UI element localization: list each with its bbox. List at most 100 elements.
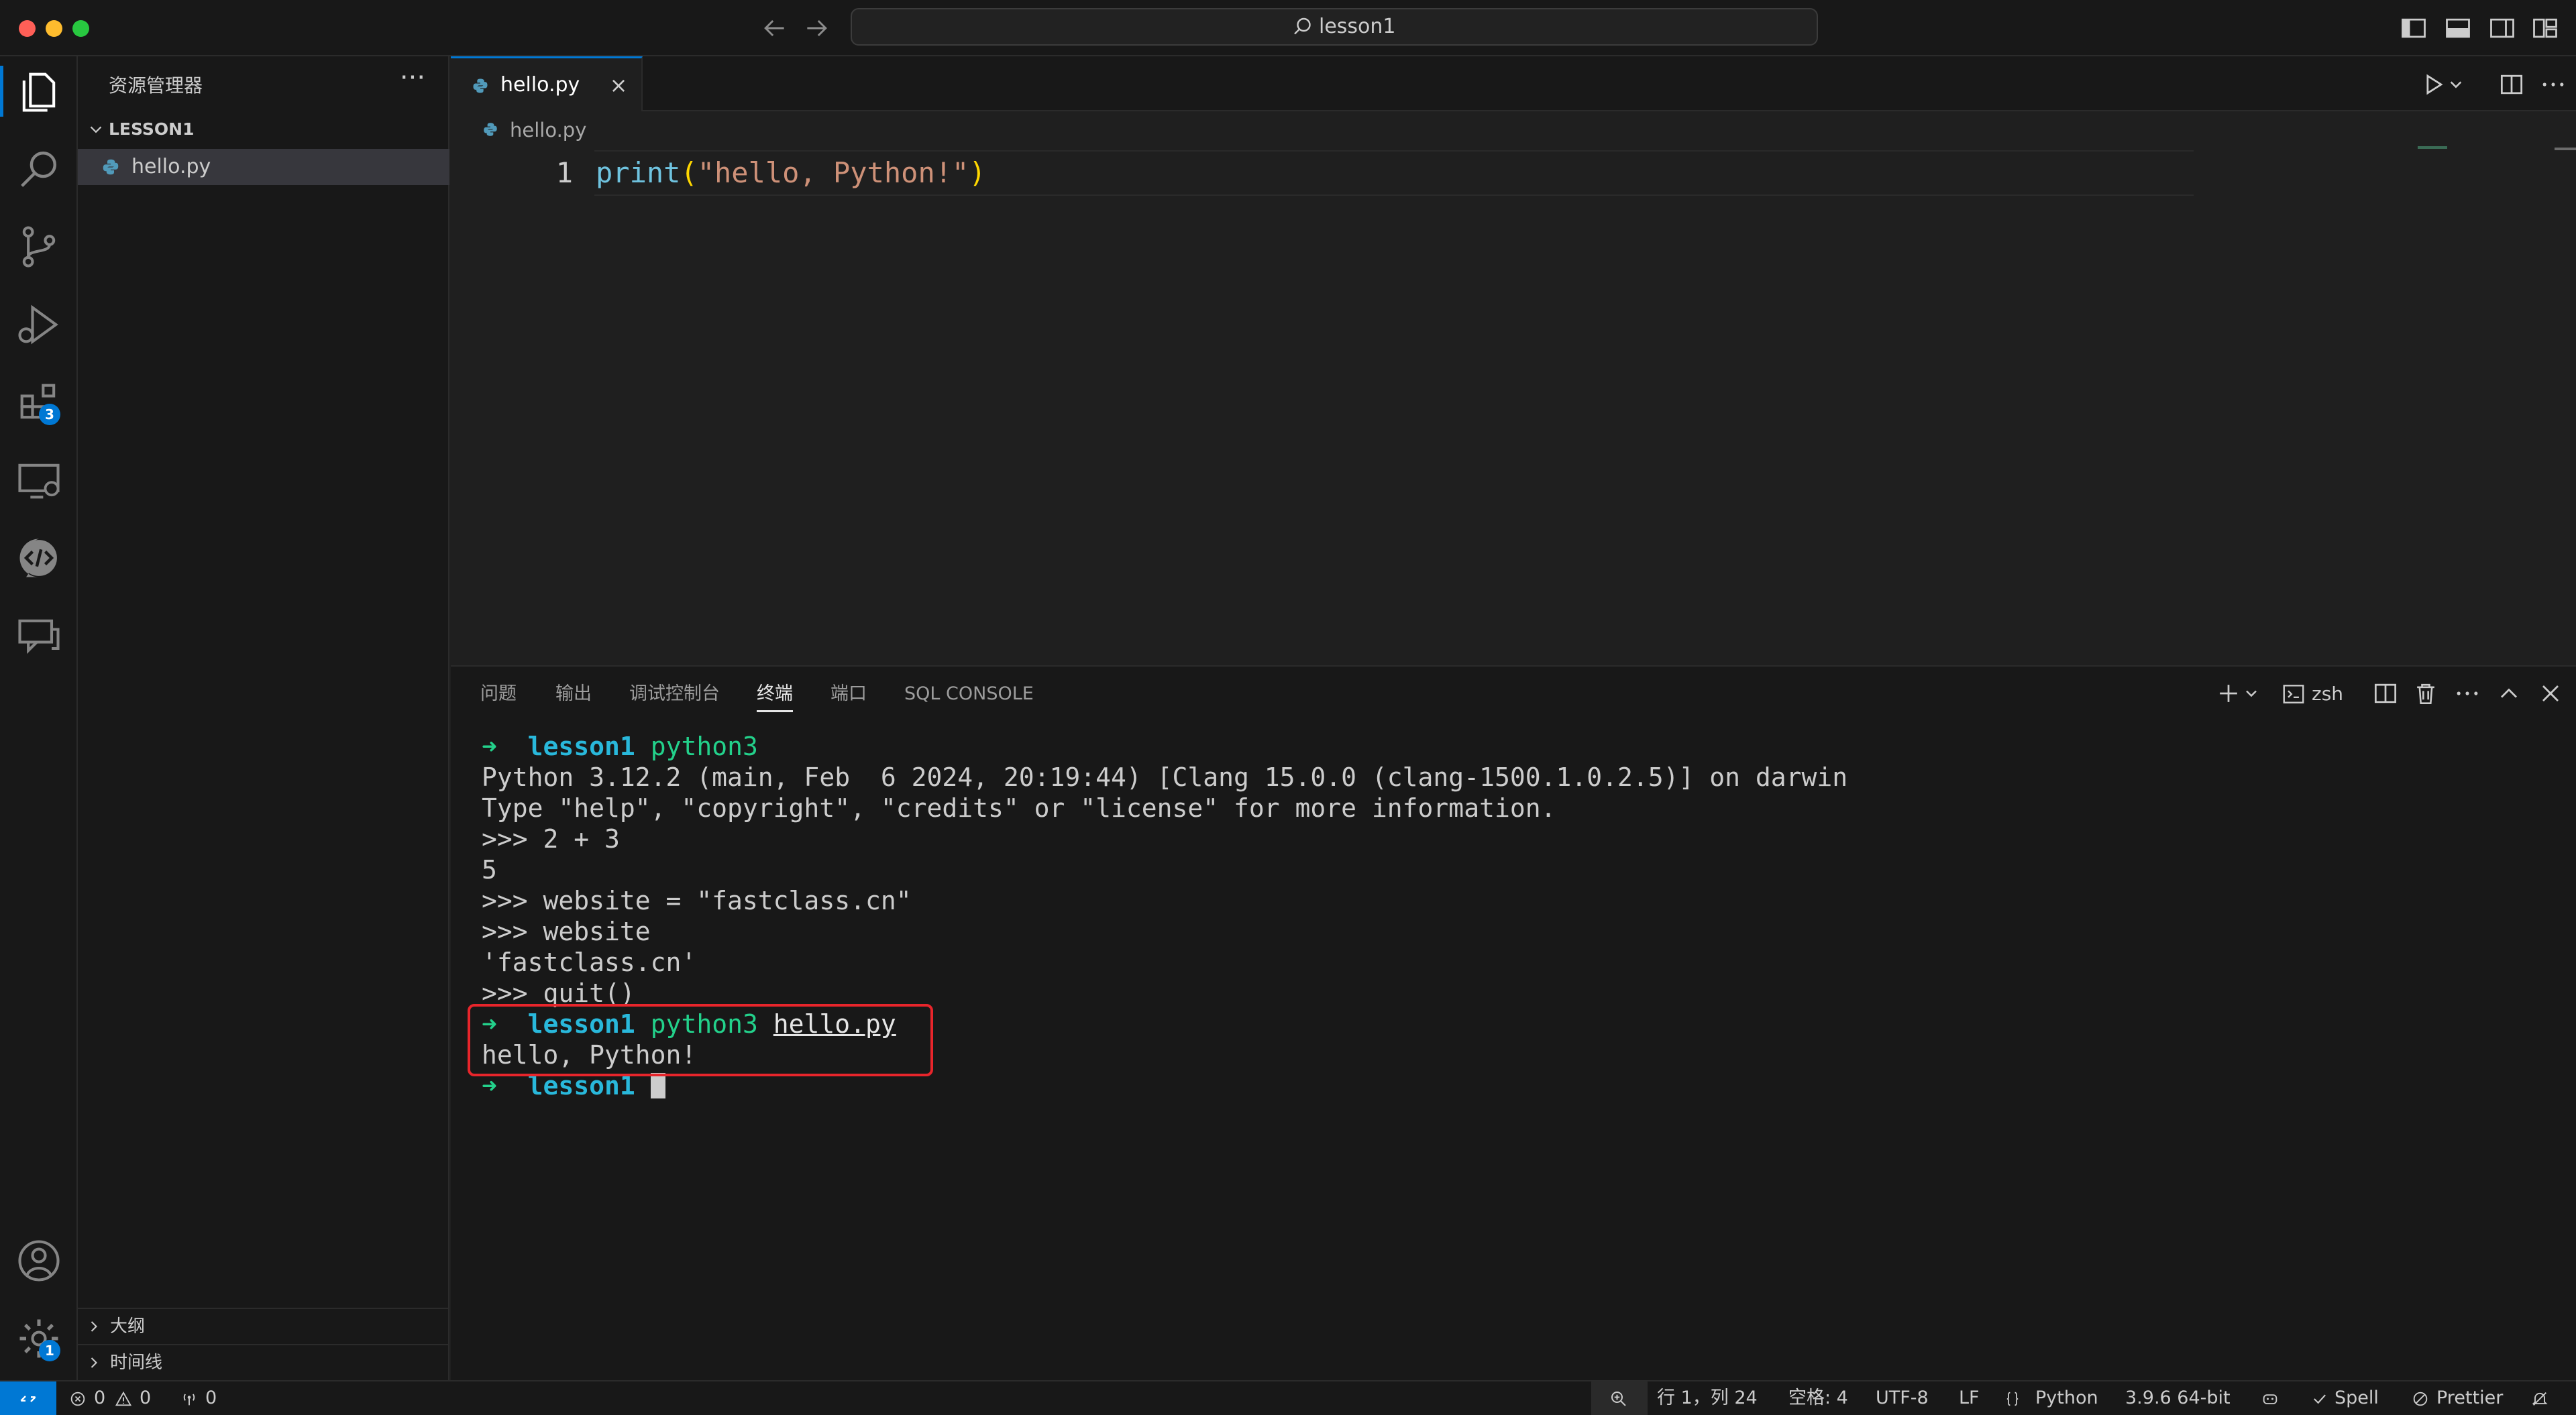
folder-label: LESSON1 (109, 119, 195, 139)
ellipsis-icon (2542, 82, 2564, 87)
folder-lesson1[interactable]: LESSON1 (78, 113, 449, 146)
toggle-secondary-sidebar-button[interactable] (2487, 13, 2517, 43)
breadcrumb[interactable]: hello.py (451, 111, 2576, 149)
outline-section[interactable]: 大纲 (78, 1308, 449, 1343)
remote-indicator-button[interactable] (0, 1381, 56, 1415)
terminal-line: 'fastclass.cn' (482, 948, 697, 977)
remote-icon (20, 1396, 36, 1402)
explorer-activity-button[interactable] (0, 66, 64, 117)
minimap[interactable] (2418, 146, 2447, 149)
python-interpreter[interactable]: 3.9.6 64-bit (2125, 1381, 2231, 1415)
chevron-down-icon (2246, 690, 2257, 697)
split-editor-button[interactable] (2497, 70, 2526, 99)
tab-label: hello.py (500, 73, 580, 97)
prompt-command: python3 (650, 732, 758, 761)
new-terminal-button[interactable] (2214, 679, 2243, 708)
warning-count[interactable]: 0 (140, 1381, 151, 1415)
terminal-icon (2283, 685, 2304, 703)
end-of-line[interactable]: LF (1959, 1381, 1980, 1415)
remote-explorer-icon (18, 463, 60, 499)
play-icon (2426, 74, 2443, 95)
language-mode[interactable]: Python (2035, 1381, 2098, 1415)
window-minimize-button[interactable] (46, 20, 62, 37)
maximize-panel-button[interactable] (2494, 679, 2524, 708)
python-file-icon (473, 78, 488, 93)
manage-activity-button[interactable]: 1 (13, 1313, 64, 1364)
spell-check-status[interactable]: Spell (2334, 1381, 2379, 1415)
explorer-more-actions-button[interactable]: ··· (396, 64, 429, 98)
timeline-section[interactable]: 时间线 (78, 1344, 449, 1379)
terminal-line: ➜ lesson1 python3 (482, 731, 758, 762)
cursor-position[interactable]: 行 1，列 24 (1657, 1381, 1758, 1415)
run-debug-activity-button[interactable] (13, 299, 64, 350)
notifications-icon[interactable] (2530, 1390, 2549, 1408)
warning-icon (115, 1391, 132, 1406)
window-maximize-button[interactable] (72, 20, 89, 37)
split-terminal-button[interactable] (2371, 679, 2400, 708)
source-control-activity-button[interactable] (13, 221, 64, 272)
customize-layout-button[interactable] (2530, 13, 2560, 43)
indentation[interactable]: 空格: 4 (1788, 1381, 1848, 1415)
tab-problems[interactable]: 问题 (480, 667, 517, 722)
prettier-status[interactable]: Prettier (2436, 1381, 2503, 1415)
editor-tabs: hello.py × (451, 56, 2576, 111)
chevron-down-icon (2450, 81, 2462, 89)
tab-sql-console[interactable]: SQL CONSOLE (904, 667, 1034, 722)
tab-terminal[interactable]: 终端 (757, 667, 793, 722)
arrow-right-icon (807, 19, 827, 37)
run-options-dropdown[interactable] (2446, 70, 2466, 99)
line-number: 1 (555, 156, 573, 189)
tab-hello-py[interactable]: hello.py × (451, 56, 643, 111)
layout-customize-icon (2533, 18, 2557, 38)
command-center-search[interactable]: lesson1 (851, 8, 1818, 46)
tab-debug-console[interactable]: 调试控制台 (629, 667, 720, 722)
zoom-button[interactable] (1591, 1381, 1648, 1415)
tab-ports[interactable]: 端口 (830, 667, 867, 722)
editor-scrollbar[interactable] (2555, 148, 2576, 150)
terminal-line: 5 (482, 855, 497, 885)
layout-sidebar-right-icon (2490, 18, 2514, 38)
split-horizontal-icon (2374, 683, 2397, 703)
layout-panel-icon (2446, 18, 2470, 38)
close-panel-button[interactable] (2536, 679, 2565, 708)
panel-more-actions-button[interactable] (2453, 679, 2482, 708)
status-bar: 0 0 0 行 1，列 24 空格: 4 UTF-8 LF Python 3.9… (0, 1380, 2576, 1415)
prettier-disabled-icon (2413, 1392, 2428, 1406)
search-icon (1294, 17, 1311, 35)
window-close-button[interactable] (19, 20, 36, 37)
toggle-panel-button[interactable] (2443, 13, 2473, 43)
file-label: hello.py (131, 155, 211, 178)
file-item-hello-py[interactable]: hello.py (78, 149, 449, 185)
tab-close-button[interactable]: × (606, 73, 631, 97)
terminal-instance-name[interactable]: zsh (2312, 667, 2343, 722)
prompt-arrow: ➜ (482, 732, 497, 761)
run-python-file-button[interactable] (2419, 70, 2449, 99)
copilot-icon (2263, 1394, 2277, 1404)
search-activity-button[interactable] (13, 144, 64, 194)
chevron-down-icon (90, 126, 102, 133)
remote-explorer-activity-button[interactable] (13, 455, 64, 506)
outline-label: 大纲 (110, 1316, 146, 1337)
go-back-button[interactable] (759, 13, 789, 43)
accounts-activity-button[interactable] (13, 1235, 64, 1286)
source-control-icon (22, 226, 56, 268)
tab-output[interactable]: 输出 (555, 667, 592, 722)
terminal-profile-dropdown[interactable] (2242, 679, 2261, 708)
editor-more-actions-button[interactable] (2538, 70, 2568, 99)
encoding[interactable]: UTF-8 (1876, 1381, 1929, 1415)
chevron-right-icon (91, 1357, 97, 1368)
kill-terminal-button[interactable] (2411, 679, 2440, 708)
zoom-icon (1611, 1392, 1626, 1406)
go-forward-button[interactable] (802, 13, 832, 43)
extensions-activity-button[interactable]: 3 (13, 377, 64, 428)
error-count[interactable]: 0 (94, 1381, 105, 1415)
account-icon (18, 1240, 60, 1282)
ports-count[interactable]: 0 (205, 1381, 217, 1415)
toggle-primary-sidebar-button[interactable] (2399, 13, 2428, 43)
code-line[interactable]: print("hello, Python!") (596, 150, 986, 196)
copilot-chat-activity-button[interactable] (13, 532, 64, 583)
comments-activity-button[interactable] (13, 610, 64, 661)
run-debug-icon (18, 304, 58, 345)
error-icon (70, 1392, 85, 1406)
code-token-paren-close: ) (969, 156, 986, 189)
